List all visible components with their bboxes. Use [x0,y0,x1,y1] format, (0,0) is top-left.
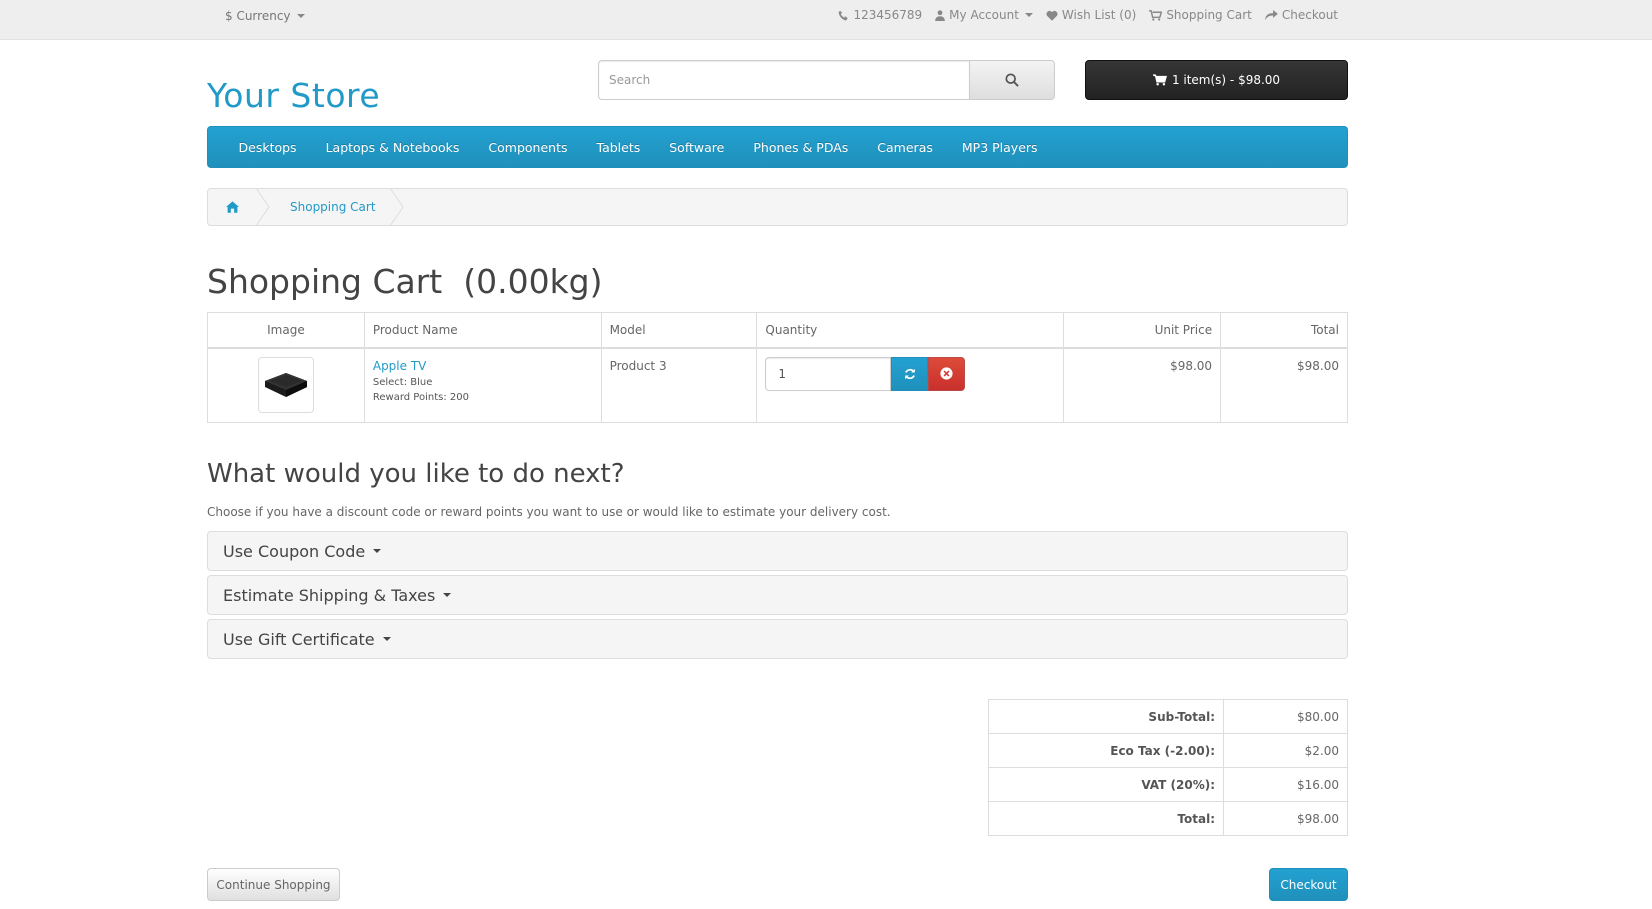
quantity-cell [756,347,1065,423]
eco-tax-label: Eco Tax (-2.00): [988,733,1224,768]
quantity-input[interactable] [765,356,892,391]
chevron-down-icon [1024,13,1033,17]
total-value: $98.00 [1223,801,1348,836]
page-title: Shopping Cart (0.00kg) [207,262,603,301]
top-links: 123456789 My Account Wish List (0) Shopp… [838,8,1338,22]
shopping-cart-link[interactable]: Shopping Cart [1149,8,1252,22]
product-name-cell: Apple TV Select: Blue Reward Points: 200 [363,347,602,423]
unit-price: $98.00 [1063,347,1222,423]
cart-summary-label: 1 item(s) - $98.00 [1171,73,1281,87]
next-description: Choose if you have a discount code or re… [207,505,891,519]
vat-value: $16.00 [1223,767,1348,802]
wish-list-link[interactable]: Wish List (0) [1046,8,1136,22]
totals-row: Sub-Total: $80.00 [988,699,1348,734]
header-quantity: Quantity [756,312,1065,349]
checkout-label: Checkout [1281,8,1338,22]
menu-item-desktops[interactable]: Desktops [224,140,311,155]
quantity-group [765,356,1055,391]
totals-row: Total: $98.00 [988,801,1348,836]
menu-item-phones-pdas[interactable]: Phones & PDAs [739,140,863,155]
continue-shopping-button[interactable]: Continue Shopping [207,868,340,901]
top-bar: $ Currency 123456789 My Account Wish Lis… [0,0,1652,40]
my-account-dropdown[interactable]: My Account [935,8,1033,22]
menu-item-cameras[interactable]: Cameras [863,140,948,155]
menu-item-components[interactable]: Components [474,140,582,155]
gift-certificate-panel-label: Use Gift Certificate [223,629,375,649]
cart-icon [1149,9,1163,21]
product-name-link[interactable]: Apple TV [373,359,593,373]
subtotal-label: Sub-Total: [988,699,1224,734]
subtotal-value: $80.00 [1223,699,1348,734]
currency-dropdown[interactable]: $ Currency [225,9,305,23]
home-icon [225,201,239,213]
update-button[interactable] [891,356,929,391]
header-unit-price: Unit Price [1063,312,1222,349]
menu-item-tablets[interactable]: Tablets [582,140,655,155]
breadcrumb-separator [389,189,404,225]
remove-button[interactable] [928,356,966,391]
remove-circle-icon [940,367,953,380]
breadcrumb-shopping-cart[interactable]: Shopping Cart [270,189,390,225]
header-model: Model [600,312,758,349]
total-label: Total: [988,801,1224,836]
apple-tv-image [264,372,307,397]
cart-icon [1152,74,1167,86]
header-total: Total [1220,312,1348,349]
vat-label: VAT (20%): [988,767,1224,802]
product-reward-points: Reward Points: 200 [372,391,469,403]
product-thumbnail[interactable] [257,356,314,413]
gift-certificate-panel-toggle[interactable]: Use Gift Certificate [207,619,1348,659]
cart-table: Image Product Name Model Quantity Unit P… [207,312,1348,423]
phone-icon [839,10,849,20]
shopping-cart-label: Shopping Cart [1166,8,1252,22]
menu-item-software[interactable]: Software [655,140,739,155]
totals-table: Sub-Total: $80.00 Eco Tax (-2.00): $2.00… [988,699,1348,836]
breadcrumb: Shopping Cart [207,188,1348,226]
wish-list-label: Wish List (0) [1061,8,1137,22]
search-bar [598,60,1055,100]
header-image: Image [207,312,365,349]
heart-icon [1046,10,1058,21]
search-icon [1005,73,1019,87]
phone-label: 123456789 [853,8,923,22]
coupon-panel-label: Use Coupon Code [223,541,366,561]
category-menu: Desktops Laptops & Notebooks Components … [207,126,1348,168]
menu-item-laptops-notebooks[interactable]: Laptops & Notebooks [311,140,474,155]
chevron-down-icon [296,14,305,18]
checkout-link[interactable]: Checkout [1265,8,1338,22]
refresh-icon [905,368,915,379]
totals-row: Eco Tax (-2.00): $2.00 [988,733,1348,768]
product-model: Product 3 [600,347,758,423]
breadcrumb-home[interactable] [208,189,256,225]
product-image-cell [207,347,365,423]
phone-link[interactable]: 123456789 [838,8,922,22]
product-option: Select: Blue [372,376,433,388]
coupon-panel-toggle[interactable]: Use Coupon Code [207,531,1348,571]
cart-summary-button[interactable]: 1 item(s) - $98.00 [1085,60,1348,100]
chevron-down-icon [382,637,391,641]
chevron-down-icon [373,549,382,553]
share-icon [1265,9,1278,20]
cart-table-header: Image Product Name Model Quantity Unit P… [207,312,1348,349]
header-product-name: Product Name [363,312,602,349]
search-button[interactable] [970,60,1055,100]
store-logo[interactable]: Your Store [207,76,380,115]
menu-item-mp3-players[interactable]: MP3 Players [947,140,1052,155]
shipping-panel-toggle[interactable]: Estimate Shipping & Taxes [207,575,1348,615]
chevron-down-icon [443,593,452,597]
totals-row: VAT (20%): $16.00 [988,767,1348,802]
search-input[interactable] [598,60,970,100]
shipping-panel-label: Estimate Shipping & Taxes [223,585,436,605]
next-heading: What would you like to do next? [207,459,625,489]
currency-label: $ Currency [225,9,291,23]
eco-tax-value: $2.00 [1223,733,1348,768]
my-account-label: My Account [949,8,1019,22]
table-row: Apple TV Select: Blue Reward Points: 200… [207,347,1348,423]
row-total: $98.00 [1220,347,1348,423]
checkout-button[interactable]: Checkout [1269,868,1348,901]
breadcrumb-separator [256,189,270,225]
user-icon [935,9,945,21]
